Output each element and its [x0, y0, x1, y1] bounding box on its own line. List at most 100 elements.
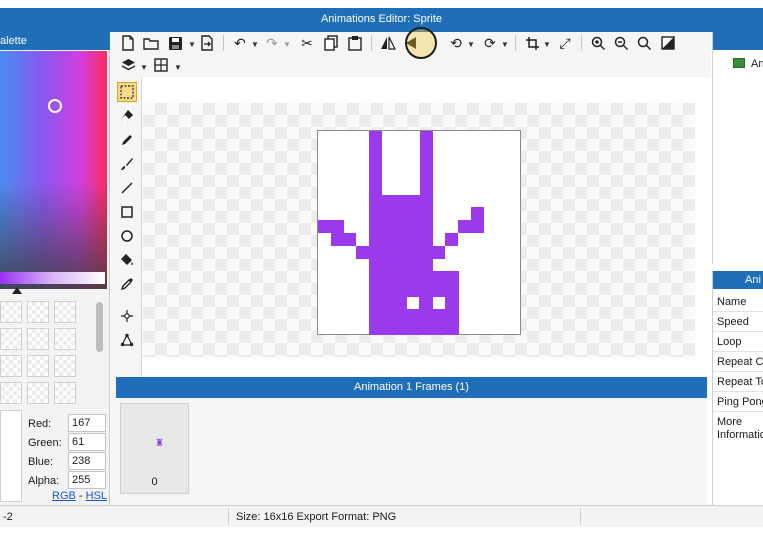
rectangle-icon[interactable] [117, 202, 137, 222]
layers-icon[interactable] [118, 55, 138, 75]
swatch[interactable] [27, 301, 49, 323]
rotate-left-dropdown-caret[interactable]: ▼ [467, 40, 475, 49]
layers-dropdown-caret[interactable]: ▼ [140, 63, 148, 72]
cursor-position: -2 [3, 511, 13, 523]
rotate-right-icon[interactable]: ⟳ [480, 33, 500, 53]
sprite-pixel [433, 246, 445, 259]
resize-icon[interactable]: ⤢ [555, 33, 575, 53]
swatch[interactable] [0, 355, 22, 377]
flip-horizontal-icon[interactable] [378, 33, 398, 53]
rgb-mode-link[interactable]: RGB [52, 490, 76, 502]
color-picker-handle[interactable] [48, 99, 62, 113]
undo-icon[interactable]: ↶ [230, 33, 250, 53]
swatch-scrollbar[interactable] [96, 302, 103, 352]
window-bottom [0, 527, 763, 541]
window-title: Animations Editor: Sprite [320, 13, 443, 25]
green-label: Green: [28, 437, 62, 449]
transform-icon[interactable] [117, 330, 137, 350]
sprite-info: Size: 16x16 Export Format: PNG [236, 511, 397, 523]
swatch[interactable] [0, 301, 22, 323]
color-spectrum[interactable] [0, 51, 107, 289]
swatch[interactable] [27, 382, 49, 404]
properties-panel: Ani Name Speed Loop Repeat Co Repeat To … [712, 271, 763, 505]
alpha-label: Alpha: [28, 475, 60, 487]
hue-slider[interactable] [0, 272, 105, 284]
swatch[interactable] [54, 355, 76, 377]
background-icon[interactable] [658, 33, 678, 53]
blue-field[interactable]: 238 [68, 452, 106, 470]
paste-icon[interactable] [345, 33, 365, 53]
swatch[interactable] [0, 328, 22, 350]
redo-dropdown-caret[interactable]: ▼ [283, 40, 291, 49]
hsl-mode-link[interactable]: HSL [86, 490, 107, 502]
new-file-icon[interactable] [118, 33, 138, 53]
move-point-icon[interactable] [117, 306, 137, 326]
ellipse-icon[interactable] [117, 226, 137, 246]
grid-dropdown-caret[interactable]: ▼ [174, 63, 182, 72]
swatch[interactable] [54, 301, 76, 323]
cut-icon[interactable]: ✂ [297, 33, 317, 53]
frame-preview-icon: ♜ [155, 438, 164, 449]
undo-dropdown-caret[interactable]: ▼ [251, 40, 259, 49]
property-ping-pong: Ping Pong [717, 396, 763, 408]
swatch[interactable] [27, 355, 49, 377]
crop-dropdown-caret[interactable]: ▼ [543, 40, 551, 49]
redo-icon[interactable]: ↷ [262, 33, 282, 53]
line-icon[interactable] [117, 178, 137, 198]
palette-panel: alette Red: 167 Green: 61 Blue: 238 Alph… [0, 32, 110, 505]
swatch[interactable] [0, 382, 22, 404]
swatch[interactable] [54, 382, 76, 404]
property-divider [713, 331, 763, 332]
pencil-icon[interactable] [117, 130, 137, 150]
property-divider [713, 411, 763, 412]
blue-label: Blue: [28, 456, 54, 468]
sprite-pixel [356, 246, 369, 259]
animation-list-item[interactable]: An [751, 58, 763, 70]
zoom-out-icon[interactable] [611, 33, 631, 53]
rotate-left-icon[interactable]: ⟲ [446, 33, 466, 53]
grid-icon[interactable] [151, 55, 171, 75]
animation-film-icon [733, 58, 745, 68]
export-icon[interactable] [197, 33, 217, 53]
save-dropdown-caret[interactable]: ▼ [188, 40, 196, 49]
green-field[interactable]: 61 [68, 433, 106, 451]
property-repeat-to: Repeat To [717, 376, 763, 388]
eraser-icon[interactable] [117, 106, 137, 126]
fill-icon[interactable] [117, 250, 137, 270]
zoom-fit-icon[interactable] [634, 33, 654, 53]
palette-title: alette [0, 35, 27, 47]
select-icon[interactable] [117, 82, 137, 102]
property-divider [713, 351, 763, 352]
mode-separator: - [75, 490, 86, 502]
property-repeat-count: Repeat Co [717, 356, 763, 368]
status-separator [580, 508, 581, 525]
frame-index: 0 [151, 476, 158, 488]
sprite-pixel [458, 220, 471, 233]
frames-header: Animation 1 Frames (1) [116, 377, 707, 398]
rotate-right-dropdown-caret[interactable]: ▼ [501, 40, 509, 49]
swatch[interactable] [54, 328, 76, 350]
frame-thumbnail[interactable]: ♜ 0 [120, 403, 189, 494]
hue-slider-handle[interactable] [12, 287, 22, 294]
property-divider [713, 311, 763, 312]
toolbar-separator [371, 35, 372, 51]
status-bar: -2 Size: 16x16 Export Format: PNG [0, 505, 763, 527]
properties-header: Ani [713, 271, 763, 289]
zoom-in-icon[interactable] [588, 33, 608, 53]
color-preview [0, 410, 22, 502]
property-information: Informatio [717, 429, 763, 441]
copy-icon[interactable] [321, 33, 341, 53]
eyedropper-icon[interactable] [117, 274, 137, 294]
animations-panel-header [713, 32, 763, 50]
brush-icon[interactable] [117, 154, 137, 174]
properties-title: Ani [745, 274, 761, 286]
property-more: More [717, 416, 743, 428]
swatch[interactable] [27, 328, 49, 350]
sprite-canvas[interactable] [317, 130, 521, 335]
open-folder-icon[interactable] [141, 33, 161, 53]
property-divider [713, 371, 763, 372]
red-field[interactable]: 167 [68, 414, 106, 432]
save-icon[interactable] [165, 33, 185, 53]
crop-icon[interactable] [522, 33, 542, 53]
alpha-field[interactable]: 255 [68, 471, 106, 489]
